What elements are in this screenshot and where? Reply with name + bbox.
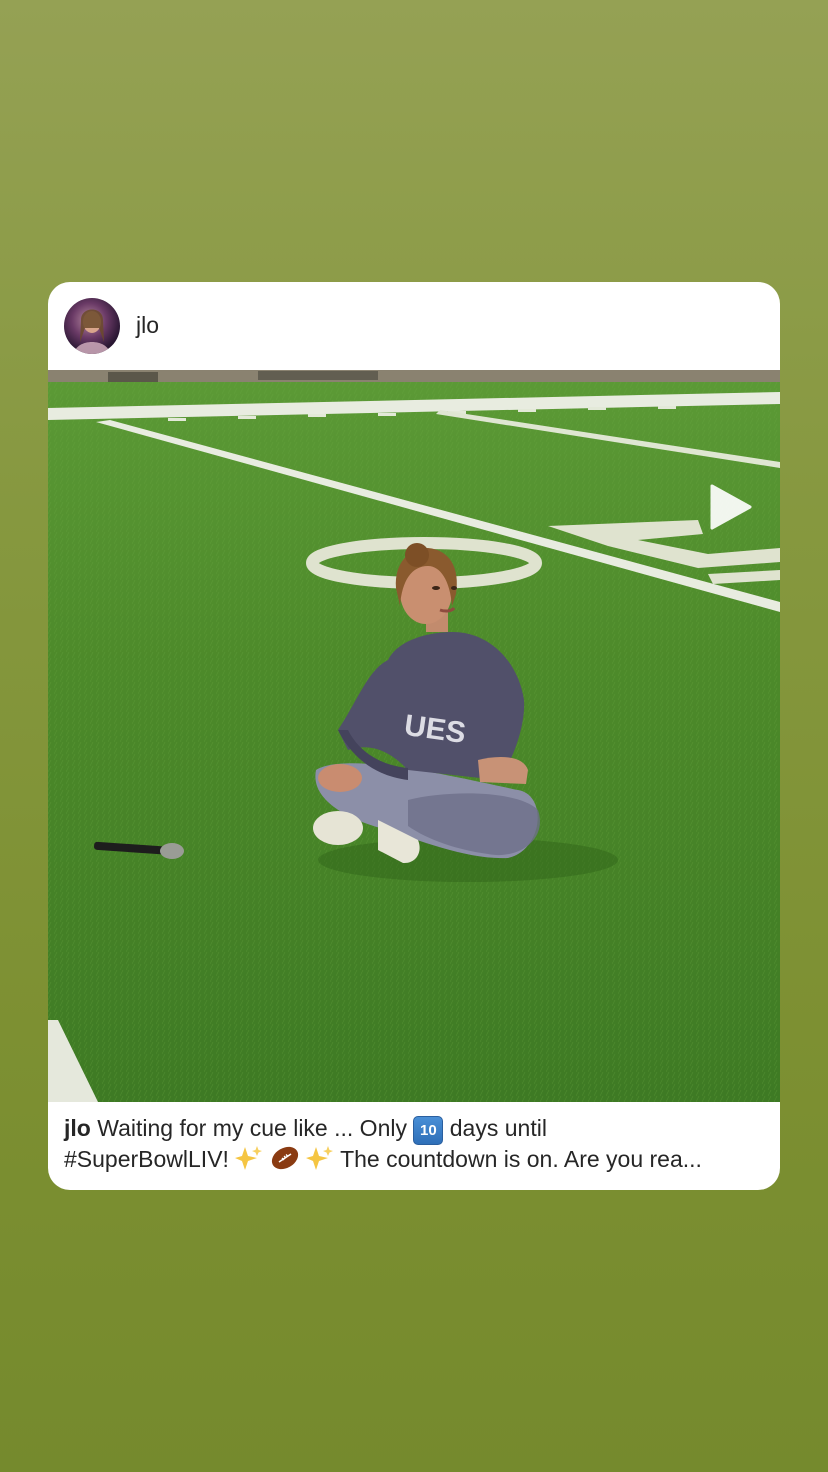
american-football-icon: [270, 1145, 300, 1178]
football-field-image: UES: [48, 370, 780, 1102]
profile-avatar[interactable]: [64, 298, 120, 354]
sparkles-icon: [235, 1145, 263, 1178]
caption-text-2: days until: [449, 1115, 547, 1141]
post-caption: jlo Waiting for my cue like ... Only 10 …: [64, 1114, 774, 1178]
story-post-card[interactable]: jlo UES jlo Waiting for my cue like ... …: [48, 282, 780, 1190]
caption-text-1: Waiting for my cue like ... Only: [97, 1115, 407, 1141]
post-header: jlo: [48, 282, 780, 370]
caption-username[interactable]: jlo: [64, 1115, 91, 1141]
play-icon[interactable]: [708, 482, 754, 532]
caption-hashtag[interactable]: #SuperBowlLIV!: [64, 1146, 229, 1172]
post-video[interactable]: UES: [48, 370, 780, 1102]
post-username[interactable]: jlo: [136, 312, 159, 339]
sparkles-icon-2: [306, 1145, 334, 1178]
keycap-ten-emoji: 10: [413, 1116, 444, 1145]
caption-text-3: The countdown is on. Are you rea...: [340, 1146, 702, 1172]
